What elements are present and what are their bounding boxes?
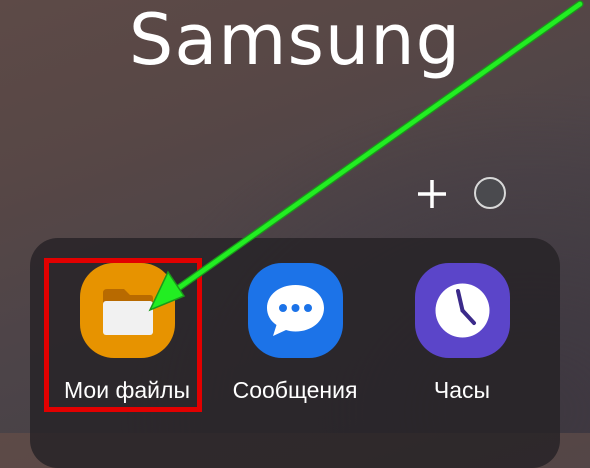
annotation-arrow (148, 0, 584, 312)
